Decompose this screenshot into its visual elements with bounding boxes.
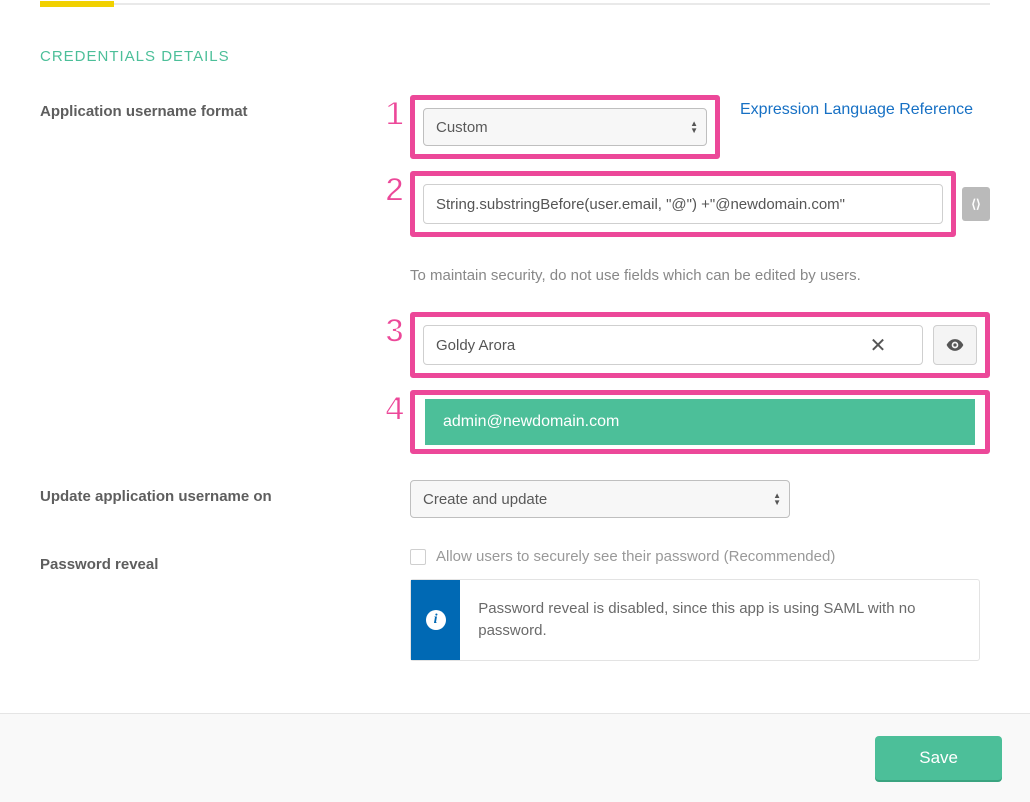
password-reveal-label: Password reveal (40, 548, 340, 573)
expression-input[interactable] (423, 184, 943, 224)
username-format-label: Application username format (40, 95, 340, 120)
inactive-segment (114, 3, 990, 5)
password-reveal-checkbox-label: Allow users to securely see their passwo… (436, 548, 835, 565)
info-icon: i (411, 580, 460, 660)
close-icon: ✕ (870, 333, 887, 358)
annotation-1: 1 (385, 97, 404, 131)
footer-bar: Save (0, 714, 1030, 802)
clear-test-user-button[interactable]: ✕ (867, 334, 889, 356)
save-button[interactable]: Save (875, 736, 1002, 780)
update-on-label: Update application username on (40, 480, 340, 505)
highlight-box-1: Custom ▲▼ (410, 95, 720, 159)
username-format-select[interactable]: Custom ▲▼ (423, 108, 707, 146)
annotation-3: 3 (385, 314, 404, 348)
eye-icon (945, 335, 965, 355)
info-text: Password reveal is disabled, since this … (460, 580, 979, 660)
annotation-2: 2 (385, 173, 404, 207)
update-on-select[interactable]: Create and update ▲▼ (410, 480, 790, 518)
username-format-value: Custom (436, 119, 488, 136)
active-segment (40, 1, 114, 7)
section-title: CREDENTIALS DETAILS (40, 48, 990, 65)
progress-indicator (40, 0, 990, 8)
select-stepper-icon: ▲▼ (690, 120, 698, 134)
expression-language-reference-link[interactable]: Expression Language Reference (740, 95, 973, 119)
preview-result: admin@newdomain.com (425, 399, 975, 445)
select-stepper-icon: ▲▼ (773, 492, 781, 506)
preview-button[interactable] (933, 325, 977, 365)
test-user-input[interactable] (423, 325, 923, 365)
info-callout: i Password reveal is disabled, since thi… (410, 579, 980, 661)
update-on-value: Create and update (423, 491, 547, 508)
expression-helper-icon[interactable]: ⟨⟩ (962, 187, 990, 221)
highlight-box-4: admin@newdomain.com (410, 390, 990, 454)
highlight-box-2 (410, 171, 956, 237)
password-reveal-checkbox[interactable] (410, 549, 426, 565)
annotation-4: 4 (385, 392, 404, 426)
security-hint: To maintain security, do not use fields … (410, 267, 990, 284)
highlight-box-3: ✕ (410, 312, 990, 378)
